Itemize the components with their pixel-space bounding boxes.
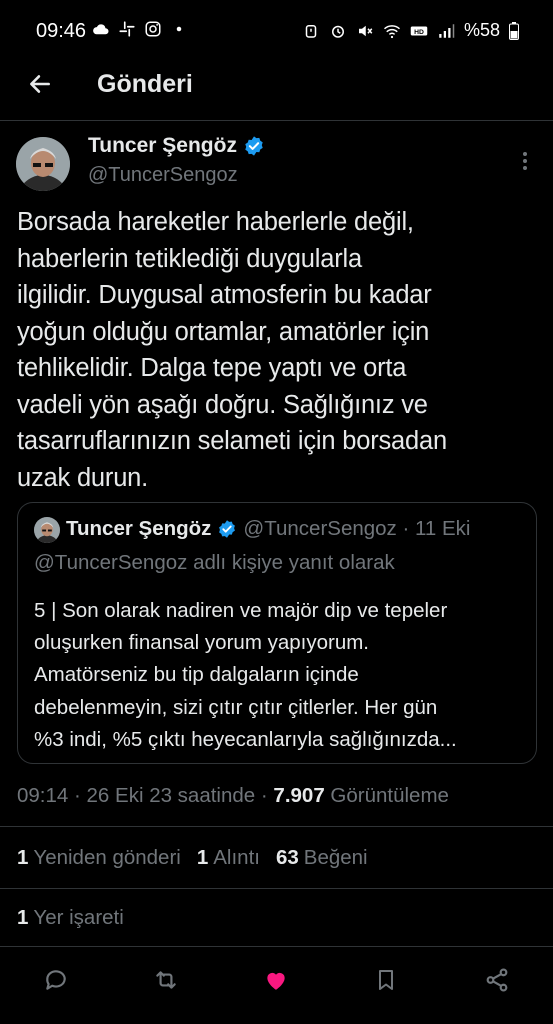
- quote-author-name: Tuncer Şengöz: [66, 517, 212, 540]
- bookmarks-count: 1: [17, 906, 29, 929]
- reposts-count: 1: [17, 846, 29, 869]
- reply-button[interactable]: [40, 964, 72, 996]
- quote-meta: @TuncerSengoz · 11 Eki: [243, 517, 471, 540]
- likes-stat[interactable]: 63 Beğeni: [276, 846, 368, 870]
- bookmark-icon: [379, 970, 393, 990]
- wifi-icon: [383, 24, 400, 38]
- reply-icon: [46, 970, 66, 990]
- author-name[interactable]: Tuncer Şengöz: [88, 134, 237, 158]
- quotes-stat[interactable]: 1 Alıntı: [197, 846, 260, 870]
- reposts-label: Yeniden gönderi: [33, 846, 181, 869]
- stats-divider: [0, 888, 553, 889]
- status-time: 09:46: [36, 20, 87, 42]
- tweet-text: Borsada hareketler haberlerle değil, hab…: [17, 208, 447, 492]
- more-vertical-icon: [523, 152, 527, 170]
- avatar[interactable]: [16, 137, 70, 191]
- avatar-image: [16, 137, 70, 191]
- dot-icon: [176, 26, 182, 32]
- cloud-icon: [93, 24, 109, 35]
- views-count: 7.907: [273, 784, 325, 807]
- clock-icon: [331, 25, 344, 38]
- quotes-count: 1: [196, 846, 209, 869]
- top-bar: Gönderi: [0, 62, 553, 120]
- instagram-icon: [145, 21, 161, 37]
- share-button[interactable]: [481, 964, 513, 996]
- verified-badge-icon: [245, 136, 263, 156]
- timestamp[interactable]: 09:14 · 26 Eki 23 saatinde ·: [17, 784, 273, 807]
- header-divider: [0, 120, 553, 121]
- hd-icon: HD: [410, 26, 428, 36]
- bookmark-divider: [0, 946, 553, 947]
- quote-text: 5 | Son olarak nadiren ve majör dip ve t…: [34, 599, 457, 751]
- battery-icon: [509, 21, 519, 40]
- timestamp-divider: [0, 826, 553, 827]
- back-button[interactable]: [22, 66, 58, 102]
- author-handle[interactable]: @TuncerSengoz: [88, 164, 238, 187]
- quotes-label: Alıntı: [213, 846, 260, 869]
- alarm-icon: [305, 24, 317, 38]
- likes-label: Beğeni: [303, 846, 368, 869]
- mute-icon: [358, 25, 373, 36]
- repost-icon: [156, 971, 176, 989]
- quoted-tweet-card[interactable]: Tuncer Şengöz @TuncerSengoz · 11 Eki @Tu…: [17, 502, 537, 764]
- quote-reply-context: @TuncerSengoz adlı kişiye yanıt olarak: [34, 551, 395, 574]
- page-title: Gönderi: [97, 70, 193, 98]
- share-icon: [486, 968, 508, 992]
- signal-icon: [439, 23, 455, 38]
- quote-avatar: [34, 517, 60, 543]
- quote-verified-badge-icon: [219, 520, 236, 538]
- views-label: Görüntüleme: [324, 784, 449, 807]
- status-bar: 09:46 HD %58: [0, 0, 553, 62]
- like-button[interactable]: [260, 964, 292, 996]
- likes-count: 63: [275, 846, 299, 869]
- quote-header: Tuncer Şengöz @TuncerSengoz · 11 Eki: [66, 517, 470, 541]
- battery-percent: %58: [463, 20, 500, 40]
- repost-button[interactable]: [150, 964, 182, 996]
- stats-row: 1 Yeniden gönderi 1 Alıntı 63 Beğeni: [17, 846, 368, 870]
- bookmarks-stat[interactable]: 1 Yer işareti: [17, 906, 124, 930]
- action-bar: [0, 960, 553, 1000]
- slack-icon: [119, 21, 135, 37]
- arrow-left-icon: [30, 75, 50, 93]
- reposts-stat[interactable]: 1 Yeniden gönderi: [17, 846, 181, 870]
- like-icon: [267, 972, 285, 990]
- bookmarks-label: Yer işareti: [33, 906, 124, 929]
- svg-text:HD: HD: [414, 29, 424, 36]
- author-name-row[interactable]: Tuncer Şengöz: [88, 134, 265, 158]
- bookmark-button[interactable]: [370, 964, 402, 996]
- more-options-button[interactable]: [512, 148, 538, 174]
- timestamp-row: 09:14 · 26 Eki 23 saatinde · 7.907 Görün…: [17, 784, 449, 808]
- quote-avatar-image: [34, 517, 60, 543]
